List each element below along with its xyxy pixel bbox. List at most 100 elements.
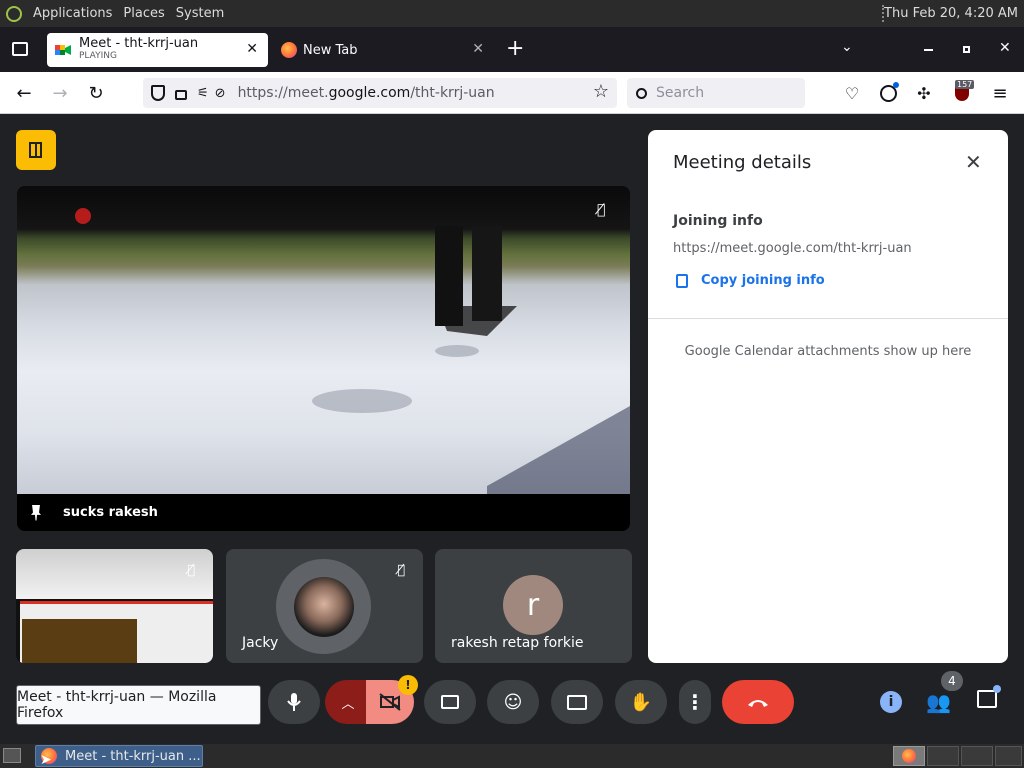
tab-new-tab[interactable]: New Tab ✕ xyxy=(278,33,490,67)
participant-tile-screenshare[interactable]: 🎙̸ xyxy=(16,549,213,663)
show-desktop-icon[interactable] xyxy=(3,748,21,763)
tab-meet[interactable]: Meet - tht-krrj-uan PLAYING ✕ xyxy=(47,33,268,67)
hamburger-menu-icon[interactable]: ≡ xyxy=(987,80,1013,106)
present-icon xyxy=(567,694,587,710)
captions-icon xyxy=(441,695,459,709)
copy-icon xyxy=(676,273,688,288)
url-text[interactable]: https://meet.google.com/tht-krrj-uan xyxy=(238,85,495,101)
back-arrow-icon[interactable]: ← xyxy=(11,80,37,106)
menu-applications[interactable]: Applications xyxy=(33,6,112,21)
tab-list-icon[interactable] xyxy=(12,42,28,56)
clock[interactable]: Thu Feb 20, 4:20 AM xyxy=(884,6,1018,21)
chat-button[interactable] xyxy=(977,690,999,712)
meeting-link[interactable]: https://meet.google.com/tht-krrj-uan xyxy=(673,241,912,256)
door-icon xyxy=(29,142,42,158)
url-prefix: https://meet. xyxy=(237,85,329,101)
search-input[interactable]: Search xyxy=(656,85,704,101)
pocket-icon[interactable]: ♡ xyxy=(839,80,865,106)
browser-nav-bar: ← → ↻ ⚟ ⊘ https://meet.google.com/tht-kr… xyxy=(0,72,1024,114)
window-tooltip: Meet - tht-krrj-uan — Mozilla Firefox xyxy=(16,685,261,725)
url-path: /tht-krrj-uan xyxy=(410,85,495,101)
browser-tab-bar: Meet - tht-krrj-uan PLAYING ✕ New Tab ✕ … xyxy=(0,27,1024,72)
reactions-button[interactable]: ☺ xyxy=(487,680,539,724)
workspace-3[interactable] xyxy=(961,746,993,766)
tab-title: Meet - tht-krrj-uan xyxy=(79,36,199,51)
people-count-badge: 4 xyxy=(941,671,963,691)
close-panel-icon[interactable]: ✕ xyxy=(965,150,982,174)
workspace-2[interactable] xyxy=(927,746,959,766)
snow-scene-video xyxy=(75,208,630,494)
camera-options-button[interactable]: ︿ xyxy=(325,680,371,724)
extensions-puzzle-icon[interactable]: ✣ xyxy=(911,80,937,106)
workspace-4[interactable] xyxy=(995,746,1022,766)
mouse-cursor-icon: ➤ xyxy=(40,752,52,768)
info-icon: i xyxy=(888,694,894,710)
microphone-button[interactable] xyxy=(268,680,320,724)
meeting-details-panel: Meeting details ✕ Joining info https://m… xyxy=(648,130,1008,663)
firefox-icon xyxy=(281,42,297,58)
people-icon: 👥 xyxy=(926,690,951,714)
tab-close-icon[interactable]: ✕ xyxy=(246,41,258,57)
screenshare-preview xyxy=(16,549,213,599)
taskbar-window-button[interactable]: Meet - tht-krrj-uan ... xyxy=(35,745,203,767)
account-dot-icon xyxy=(893,82,899,88)
people-button[interactable]: 👥 xyxy=(926,690,954,714)
present-screen-button[interactable] xyxy=(551,680,603,724)
chevron-up-icon: ︿ xyxy=(341,696,355,712)
panel-divider xyxy=(648,318,1008,319)
tracking-shield-icon[interactable] xyxy=(151,85,165,101)
google-meet-icon xyxy=(55,45,71,55)
window-close-icon[interactable]: ✕ xyxy=(999,40,1011,56)
tab-close-icon[interactable]: ✕ xyxy=(472,41,484,57)
captions-button[interactable] xyxy=(424,680,476,724)
workspace-switcher[interactable] xyxy=(893,746,925,766)
muted-mic-icon: 🎙̸ xyxy=(597,202,606,218)
reload-icon[interactable]: ↻ xyxy=(83,80,109,106)
muted-mic-icon: 🎙̸ xyxy=(397,563,405,578)
url-domain: google.com xyxy=(328,85,411,101)
maximize-icon[interactable] xyxy=(963,46,970,53)
copy-joining-info-button[interactable]: Copy joining info xyxy=(676,273,825,288)
raise-hand-button[interactable]: ✋ xyxy=(615,680,667,724)
panel-title: Meeting details xyxy=(673,152,812,173)
minimize-icon[interactable] xyxy=(924,49,933,51)
gnome-logo-icon[interactable] xyxy=(6,5,22,22)
bookmark-star-icon[interactable]: ☆ xyxy=(593,81,609,102)
participant-tile-jacky[interactable]: 🎙̸ Jacky xyxy=(226,549,423,663)
emoji-icon: ☺ xyxy=(503,691,523,713)
permissions-icon[interactable]: ⚟ xyxy=(197,86,209,101)
list-all-tabs-chevron-icon[interactable]: ⌄ xyxy=(841,39,853,55)
meeting-info-button[interactable]: i xyxy=(880,691,902,713)
copy-joining-info-label: Copy joining info xyxy=(701,273,825,288)
menu-system[interactable]: System xyxy=(176,6,224,21)
forward-arrow-icon[interactable]: → xyxy=(47,80,73,106)
system-taskbar: Meet - tht-krrj-uan ... ➤ xyxy=(0,744,1024,768)
system-top-panel: Applications Places System Thu Feb 20, 4… xyxy=(0,0,1024,27)
pin-icon[interactable] xyxy=(31,504,41,521)
participant-name: rakesh retap forkie xyxy=(451,635,584,651)
participant-tile-rakesh[interactable]: r rakesh retap forkie xyxy=(435,549,632,663)
menu-places[interactable]: Places xyxy=(123,6,164,21)
avatar-jacky xyxy=(293,576,354,637)
joining-info-label: Joining info xyxy=(673,213,763,229)
activities-door-button[interactable] xyxy=(16,130,56,170)
blocked-media-icon[interactable]: ⊘ xyxy=(215,86,226,101)
leave-call-button[interactable] xyxy=(722,680,794,724)
hangup-icon xyxy=(748,700,768,707)
screenshare-preview-video xyxy=(22,619,137,663)
new-tab-plus-icon[interactable]: + xyxy=(506,36,524,61)
main-participant-tile[interactable]: 🎙̸ sucks rakesh xyxy=(17,186,630,531)
lock-icon[interactable] xyxy=(175,90,187,100)
search-bar[interactable]: Search xyxy=(627,78,805,108)
search-icon xyxy=(636,87,647,99)
more-options-button[interactable]: ⋮ xyxy=(679,680,711,724)
microphone-icon xyxy=(287,693,301,711)
avatar-ring xyxy=(276,559,371,654)
attachments-note: Google Calendar attachments show up here xyxy=(684,344,972,359)
tab-title: New Tab xyxy=(303,42,358,58)
url-bar[interactable]: ⚟ ⊘ https://meet.google.com/tht-krrj-uan… xyxy=(143,78,617,108)
taskbar-window-label: Meet - tht-krrj-uan ... xyxy=(65,748,201,764)
chat-icon xyxy=(977,690,997,708)
chat-notification-dot xyxy=(993,685,1001,693)
muted-mic-icon: 🎙̸ xyxy=(187,563,195,578)
